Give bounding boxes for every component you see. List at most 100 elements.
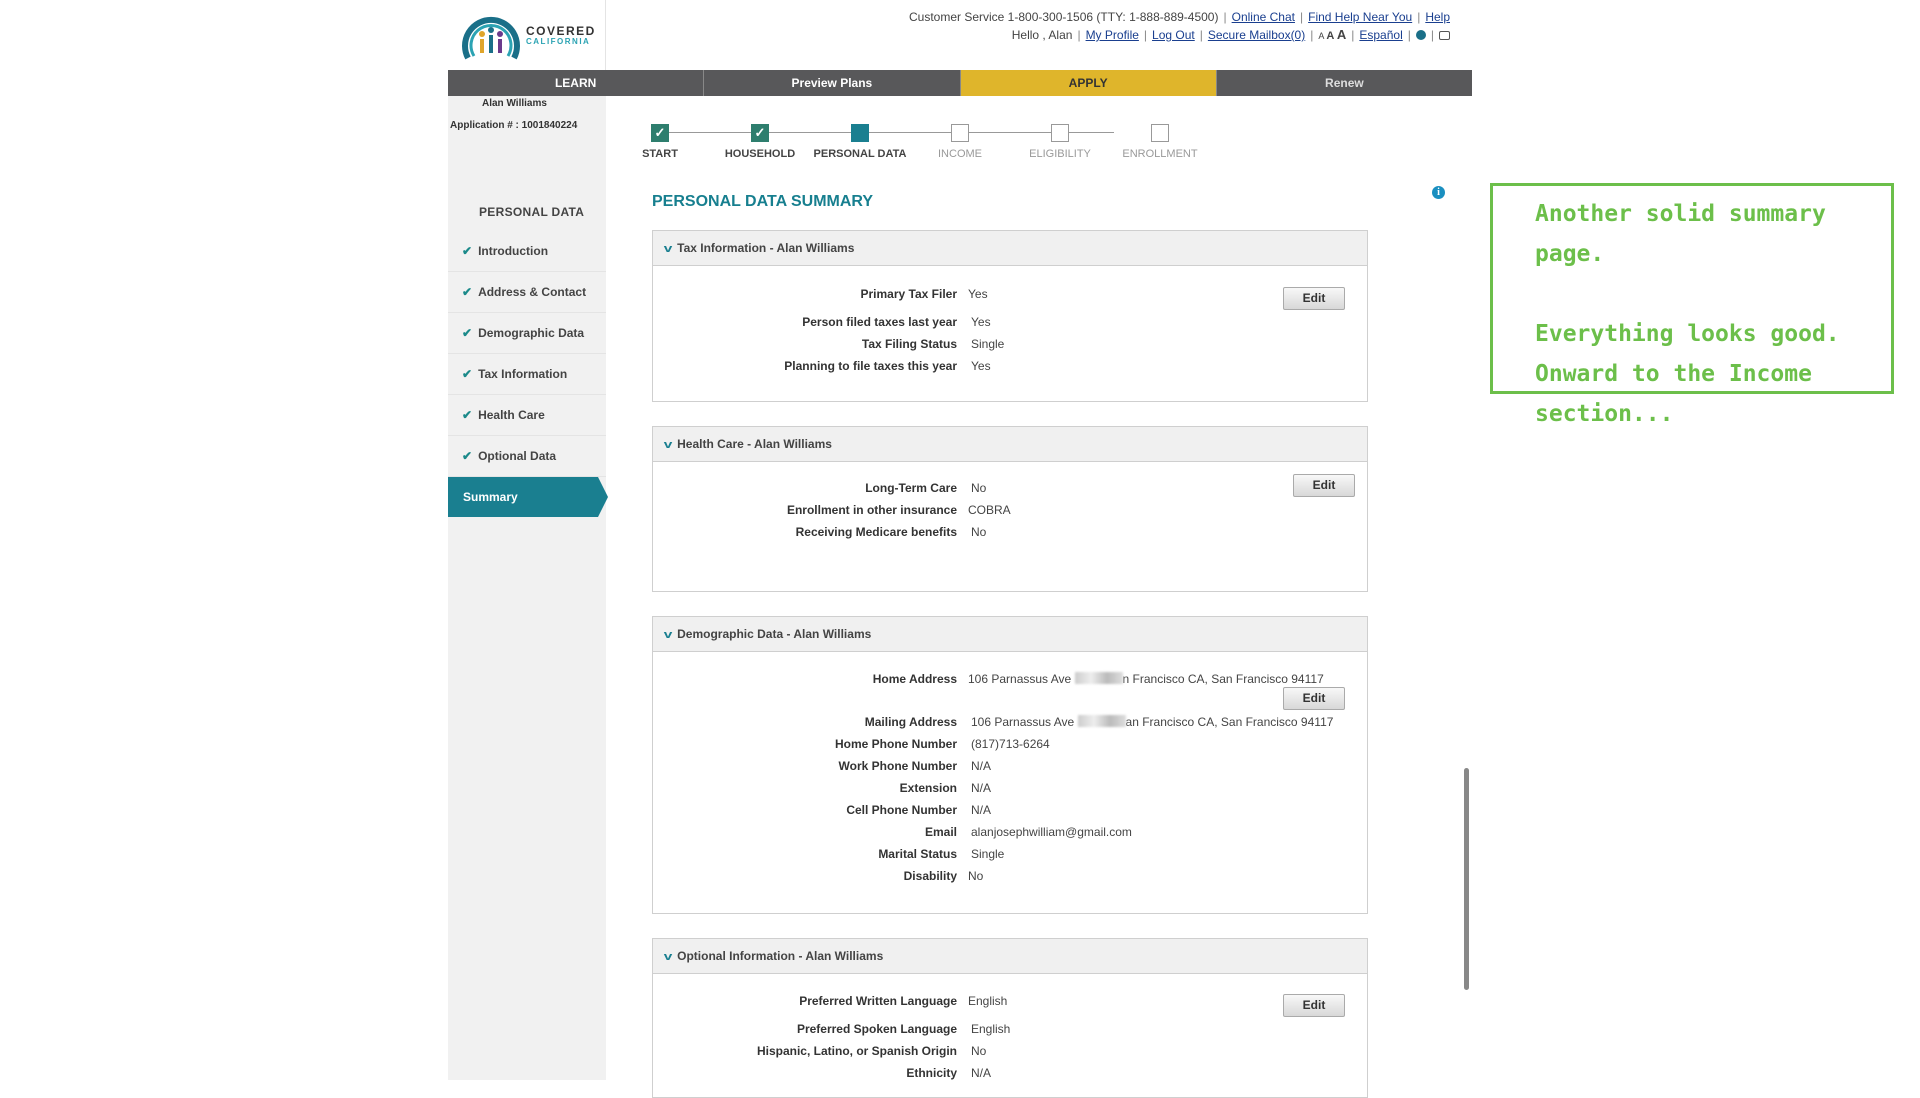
current-step-marker xyxy=(851,124,869,142)
field-value: N/A xyxy=(971,1066,992,1080)
field-label: Preferred Spoken Language xyxy=(796,1022,957,1036)
greeting: Hello , Alan xyxy=(1011,28,1073,42)
section-title: Demographic Data - Alan Williams xyxy=(677,627,872,641)
optional-information-section: v Optional Information - Alan Williams Pr… xyxy=(652,938,1368,1098)
tax-information-section: v Tax Information - Alan Williams Primary… xyxy=(652,230,1368,402)
info-icon[interactable]: i xyxy=(1432,186,1445,199)
sidebar-item-health-care[interactable]: ✔ Health Care xyxy=(448,395,606,436)
field-value: alanjosephwilliam@gmail.com xyxy=(971,825,1132,839)
covered-california-logo[interactable]: COVERED CALIFORNIA xyxy=(448,0,606,70)
logo-icon xyxy=(462,16,520,60)
field-value: COBRA xyxy=(968,503,1011,517)
field-value: Single xyxy=(971,847,1005,861)
field-label: Ethnicity xyxy=(906,1066,957,1080)
field-label: Disability xyxy=(903,869,957,883)
secure-mailbox-link[interactable]: Secure Mailbox(0) xyxy=(1208,28,1305,42)
page-title: PERSONAL DATA SUMMARY xyxy=(652,193,874,210)
check-icon: ✔ xyxy=(462,285,473,299)
address-part: an Francisco CA, San Francisco 94117 xyxy=(1125,715,1334,729)
my-profile-link[interactable]: My Profile xyxy=(1086,28,1139,42)
sidebar-item-summary[interactable]: Summary xyxy=(448,477,608,517)
nav-renew[interactable]: Renew xyxy=(1216,70,1472,96)
field-label: Enrollment in other insurance xyxy=(786,503,957,517)
field-label: Email xyxy=(924,825,957,839)
edit-tax-button[interactable]: Edit xyxy=(1283,287,1345,310)
scrollbar[interactable] xyxy=(1464,768,1469,990)
field-value: English xyxy=(968,994,1008,1008)
edit-optional-button[interactable]: Edit xyxy=(1283,994,1345,1017)
check-icon: ✔ xyxy=(462,449,473,463)
address-part: 106 Parnassus Ave xyxy=(971,715,1075,729)
step-enrollment: ENROLLMENT xyxy=(1100,122,1220,160)
edit-demographic-button[interactable]: Edit xyxy=(1283,687,1345,710)
chevron-down-icon: v xyxy=(663,243,673,255)
font-medium-button[interactable]: A xyxy=(1326,30,1334,42)
log-out-link[interactable]: Log Out xyxy=(1152,28,1195,42)
print-icon[interactable] xyxy=(1439,31,1450,40)
step-label: ENROLLMENT xyxy=(1122,148,1198,160)
online-chat-link[interactable]: Online Chat xyxy=(1232,10,1295,24)
sidebar-item-label: Optional Data xyxy=(478,449,557,463)
top-links: Customer Service 1-800-300-1506 (TTY: 1-… xyxy=(908,10,1450,42)
field-label: Receiving Medicare benefits xyxy=(795,525,957,539)
edit-health-button[interactable]: Edit xyxy=(1293,474,1355,497)
sidebar-heading: PERSONAL DATA xyxy=(479,205,585,219)
find-help-link[interactable]: Find Help Near You xyxy=(1308,10,1412,24)
section-title: Tax Information - Alan Williams xyxy=(677,241,855,255)
field-value: No xyxy=(971,481,987,495)
check-icon: ✔ xyxy=(462,326,473,340)
demographic-data-section: v Demographic Data - Alan Williams Home A… xyxy=(652,616,1368,914)
check-icon: ✔ xyxy=(462,244,473,258)
check-icon: ✓ xyxy=(651,124,669,142)
font-small-button[interactable]: A xyxy=(1318,31,1324,41)
field-label: Home Address xyxy=(872,672,957,686)
section-header[interactable]: v Tax Information - Alan Williams xyxy=(653,231,1367,266)
espanol-link[interactable]: Español xyxy=(1359,28,1402,42)
nav-learn[interactable]: LEARN xyxy=(448,70,705,96)
sidebar-item-address-contact[interactable]: ✔ Address & Contact xyxy=(448,272,606,313)
note-line: Onward to the Income xyxy=(1535,361,1812,387)
field-value: No xyxy=(971,525,987,539)
user-name: Alan Williams xyxy=(482,98,547,109)
section-header[interactable]: v Optional Information - Alan Williams xyxy=(653,939,1367,974)
progress-tracker: ✓ START ✓ HOUSEHOLD PERSONAL DATA INCOME E… xyxy=(638,122,1238,162)
sidebar-item-label: Summary xyxy=(463,490,518,504)
font-large-button[interactable]: A xyxy=(1337,27,1346,42)
section-header[interactable]: v Health Care - Alan Williams xyxy=(653,427,1367,462)
empty-step-box xyxy=(1051,124,1069,142)
redacted-text xyxy=(1077,715,1126,727)
field-value: Yes xyxy=(971,359,991,373)
section-title: Health Care - Alan Williams xyxy=(677,437,832,451)
field-value: (817)713-6264 xyxy=(971,737,1050,751)
help-link[interactable]: Help xyxy=(1425,10,1450,24)
address-part: n Francisco CA, San Francisco 94117 xyxy=(1122,672,1324,686)
field-value: Single xyxy=(971,337,1005,351)
field-value: English xyxy=(971,1022,1011,1036)
sidebar-item-label: Introduction xyxy=(478,244,549,258)
globe-icon[interactable] xyxy=(1415,30,1426,40)
field-label: Tax Filing Status xyxy=(861,337,957,351)
field-label: Marital Status xyxy=(878,847,957,861)
chevron-down-icon: v xyxy=(663,951,673,963)
chevron-down-icon: v xyxy=(663,629,673,641)
field-label: Primary Tax Filer xyxy=(860,287,958,301)
sidebar-item-introduction[interactable]: ✔ Introduction xyxy=(448,231,606,272)
sidebar-item-optional-data[interactable]: ✔ Optional Data xyxy=(448,436,606,477)
home-address-value: 106 Parnassus Ave n Francisco CA, San Fr… xyxy=(968,672,1324,686)
check-icon: ✓ xyxy=(751,124,769,142)
application-number: Application # : 1001840224 xyxy=(450,120,578,131)
check-icon: ✔ xyxy=(462,408,473,422)
sidebar-item-tax-information[interactable]: ✔ Tax Information xyxy=(448,354,606,395)
field-value: Yes xyxy=(971,315,991,329)
browser-frame: COVERED CALIFORNIA Customer Service 1-80… xyxy=(448,0,1472,1098)
empty-step-box xyxy=(951,124,969,142)
field-label: Long-Term Care xyxy=(865,481,957,495)
field-value: Yes xyxy=(968,287,988,301)
nav-apply[interactable]: APPLY xyxy=(960,70,1217,96)
note-line: Another solid summary page. xyxy=(1535,201,1826,267)
redacted-text xyxy=(1074,672,1123,684)
sidebar-item-demographic-data[interactable]: ✔ Demographic Data xyxy=(448,313,606,354)
font-size-controls[interactable]: A A A xyxy=(1318,27,1346,42)
nav-preview-plans[interactable]: Preview Plans xyxy=(704,70,961,96)
section-header[interactable]: v Demographic Data - Alan Williams xyxy=(653,617,1367,652)
